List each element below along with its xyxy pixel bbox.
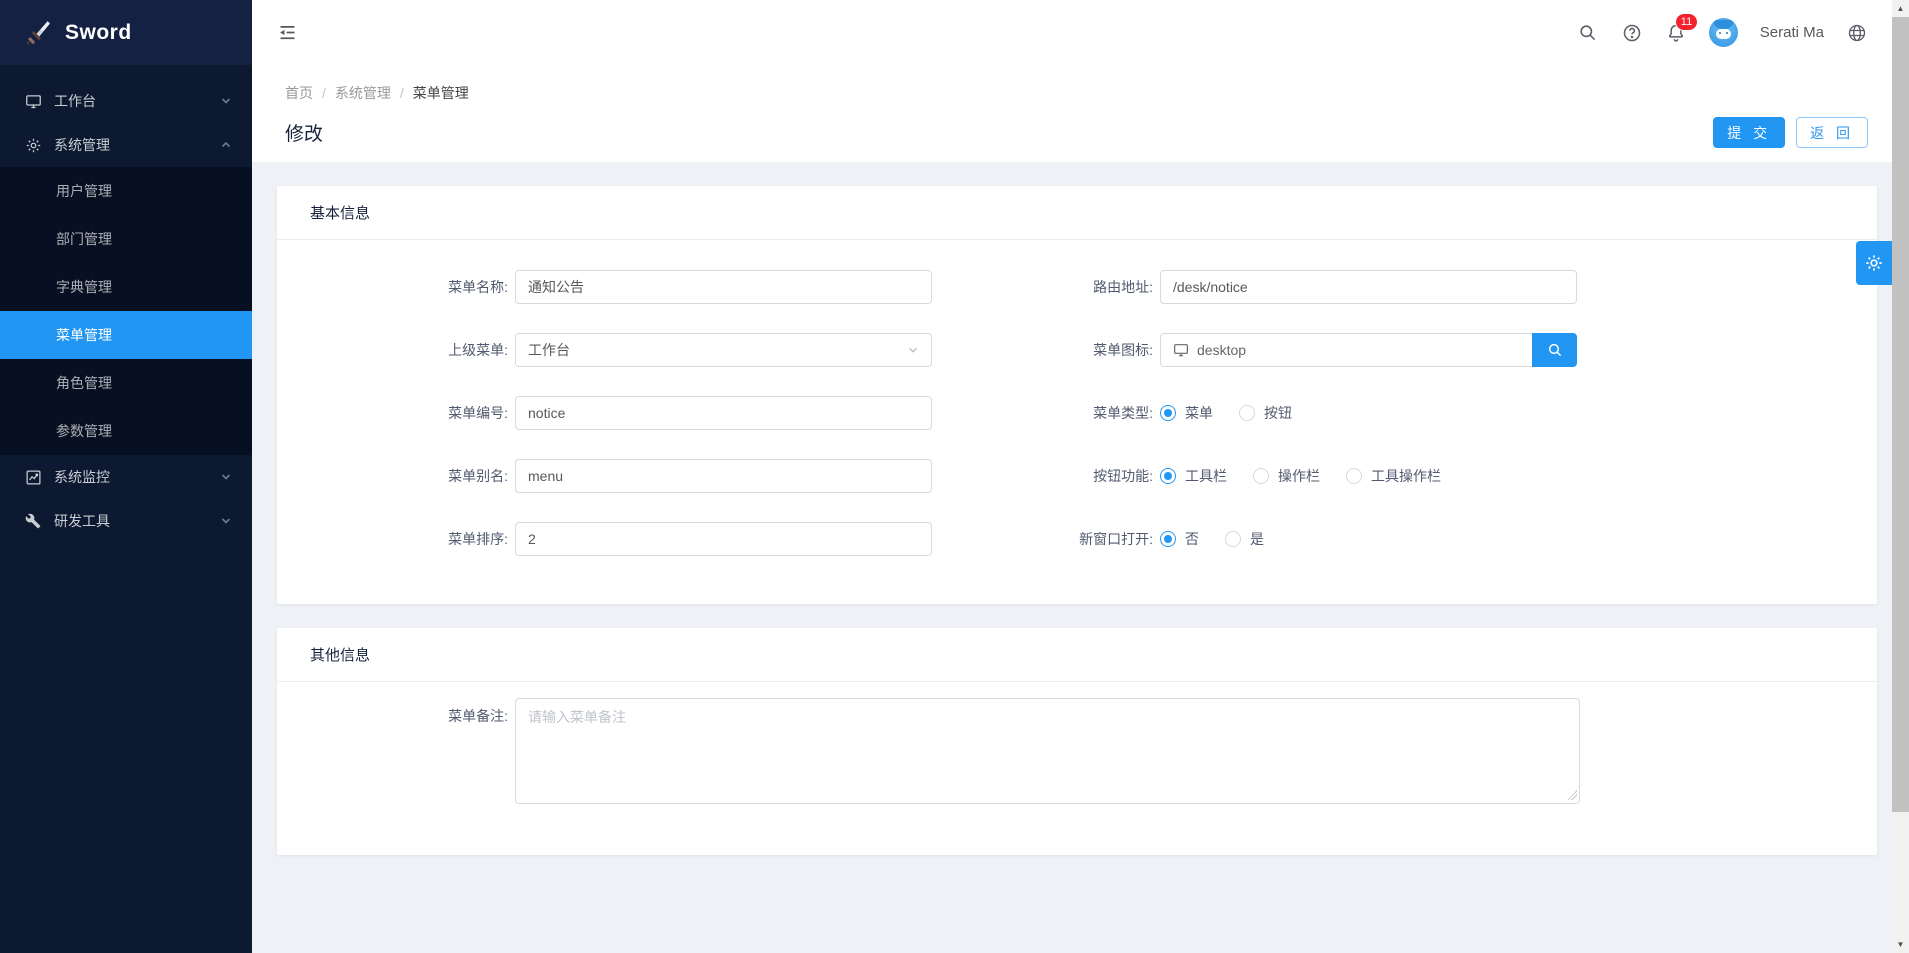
back-button[interactable]: 返 回 [1796,117,1868,148]
icon-search-button[interactable] [1532,333,1577,367]
collapse-sidebar-icon[interactable] [276,22,298,44]
page-scrollbar: ▲ ▼ [1892,0,1909,953]
sidebar-item-dev-tools[interactable]: 研发工具 [0,499,252,543]
top-bar: 11 Serati Ma [252,0,1892,65]
theme-settings-button[interactable] [1856,241,1892,285]
menu-type-label: 菜单类型: [932,403,1160,423]
radio-button-func-tool-actionbar[interactable]: 工具操作栏 [1346,466,1441,486]
sidebar-item-dept-mgmt[interactable]: 部门管理 [0,215,252,263]
parent-menu-label: 上级菜单: [277,340,515,360]
scrollbar-down-arrow[interactable]: ▼ [1892,936,1909,953]
page-title: 修改 [285,119,323,146]
sidebar-item-role-mgmt[interactable]: 角色管理 [0,359,252,407]
gear-icon [1864,253,1884,273]
menu-name-label: 菜单名称: [277,277,515,297]
search-icon[interactable] [1577,22,1599,44]
breadcrumb: 首页 / 系统管理 / 菜单管理 [285,83,1868,103]
sidebar-item-dict-mgmt[interactable]: 字典管理 [0,263,252,311]
breadcrumb-system-mgmt[interactable]: 系统管理 [335,83,391,103]
sidebar: Sword 工作台 系统管理 用户管理 部门管理 [0,0,252,953]
sidebar-item-menu-mgmt[interactable]: 菜单管理 [0,311,252,359]
menu-remark-label: 菜单备注: [277,698,515,726]
user-name[interactable]: Serati Ma [1760,24,1824,41]
button-func-radio-group: 工具栏 操作栏 工具操作栏 [1160,466,1680,486]
breadcrumb-menu-mgmt: 菜单管理 [413,83,469,103]
language-globe-icon[interactable] [1846,22,1868,44]
radio-new-window-no[interactable]: 否 [1160,529,1199,549]
search-icon [1547,342,1563,358]
wrench-icon [24,512,42,530]
desktop-icon [1173,342,1189,358]
button-func-label: 按钮功能: [932,466,1160,486]
system-mgmt-submenu: 用户管理 部门管理 字典管理 菜单管理 角色管理 参数管理 [0,167,252,455]
menu-code-input[interactable] [515,396,932,430]
help-icon[interactable] [1621,22,1643,44]
notification-badge: 11 [1675,13,1698,31]
breadcrumb-home[interactable]: 首页 [285,83,313,103]
app-title: Sword [65,21,132,45]
menu-alias-input[interactable] [515,459,932,493]
basic-info-card: 基本信息 菜单名称: 路由地址: 上级菜单: 工作台 [277,186,1877,604]
main-area: 11 Serati Ma 首页 / 系统管理 / 菜单管理 [252,0,1892,953]
menu-type-radio-group: 菜单 按钮 [1160,403,1577,423]
menu-sort-input[interactable] [515,522,932,556]
menu-remark-textarea[interactable] [515,698,1580,804]
radio-menu-type-menu[interactable]: 菜单 [1160,403,1213,423]
app-logo[interactable]: Sword [0,0,252,65]
sidebar-item-param-mgmt[interactable]: 参数管理 [0,407,252,455]
topbar-actions: 11 Serati Ma [1577,18,1868,47]
radio-button-func-actionbar[interactable]: 操作栏 [1253,466,1320,486]
chevron-down-icon [220,515,232,527]
page-content: 基本信息 菜单名称: 路由地址: 上级菜单: 工作台 [252,162,1892,953]
chevron-up-icon [220,139,232,151]
submit-button[interactable]: 提 交 [1713,117,1785,148]
sidebar-item-workbench[interactable]: 工作台 [0,79,252,123]
user-avatar[interactable] [1709,18,1738,47]
basic-info-title: 基本信息 [277,186,1877,240]
scrollbar-up-arrow[interactable]: ▲ [1892,0,1909,17]
gear-icon [24,136,42,154]
menu-alias-label: 菜单别名: [277,466,515,486]
new-window-label: 新窗口打开: [932,529,1160,549]
desktop-icon [24,92,42,110]
parent-menu-select[interactable]: 工作台 [515,333,932,367]
sidebar-item-system-mgmt[interactable]: 系统管理 [0,123,252,167]
other-info-card: 其他信息 菜单备注: [277,628,1877,855]
notification-bell-icon[interactable]: 11 [1665,22,1687,44]
scrollbar-thumb[interactable] [1892,17,1909,812]
menu-name-input[interactable] [515,270,932,304]
route-path-label: 路由地址: [932,277,1160,297]
radio-new-window-yes[interactable]: 是 [1225,529,1264,549]
sidebar-item-user-mgmt[interactable]: 用户管理 [0,167,252,215]
chevron-down-icon [907,344,919,356]
menu-code-label: 菜单编号: [277,403,515,423]
radio-button-func-toolbar[interactable]: 工具栏 [1160,466,1227,486]
menu-icon-input[interactable]: desktop [1160,333,1532,367]
chevron-down-icon [220,95,232,107]
sword-logo-icon [24,19,51,46]
radio-menu-type-button[interactable]: 按钮 [1239,403,1292,423]
monitor-chart-icon [24,468,42,486]
other-info-title: 其他信息 [277,628,1877,682]
menu-icon-label: 菜单图标: [932,340,1160,360]
chevron-down-icon [220,471,232,483]
route-path-input[interactable] [1160,270,1577,304]
new-window-radio-group: 否 是 [1160,529,1577,549]
sidebar-item-system-monitor[interactable]: 系统监控 [0,455,252,499]
sidebar-menu: 工作台 系统管理 用户管理 部门管理 字典管理 菜单管理 角色管理 参数管理 [0,65,252,953]
page-subheader: 首页 / 系统管理 / 菜单管理 修改 提 交 返 回 [252,65,1892,162]
menu-sort-label: 菜单排序: [277,529,515,549]
